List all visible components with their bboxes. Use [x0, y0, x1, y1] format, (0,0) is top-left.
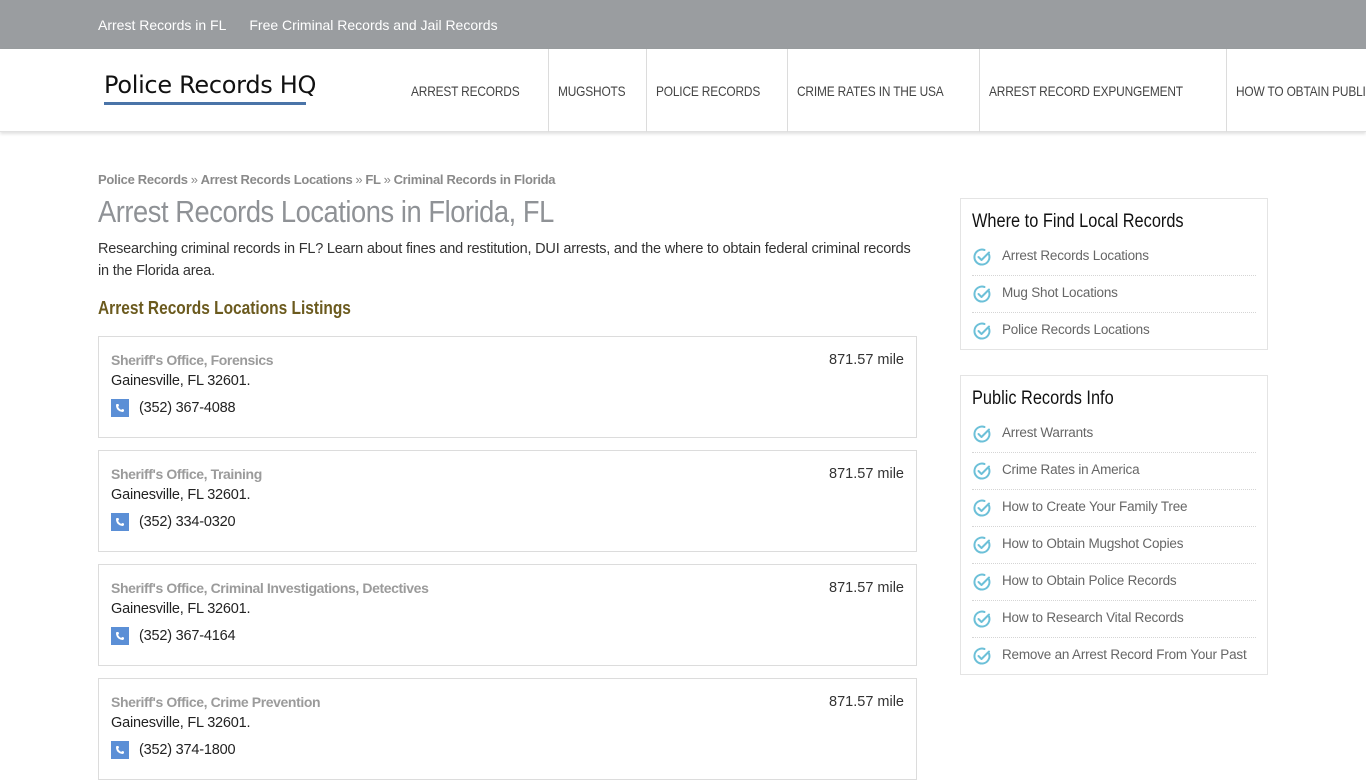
site-header: Police Records HQ ARREST RECORDS MUGSHOT… — [0, 49, 1366, 132]
widget-link[interactable]: Crime Rates in America — [1002, 461, 1140, 478]
widget-link[interactable]: How to Obtain Police Records — [1002, 572, 1177, 589]
listing-name[interactable]: Sheriff's Office, Crime Prevention — [111, 694, 321, 710]
phone-icon — [111, 399, 129, 417]
listing-card: Sheriff's Office, Forensics Gainesville,… — [98, 336, 917, 438]
listing-distance: 871.57 mile — [829, 694, 904, 710]
listing-phone[interactable]: (352) 334-0320 — [139, 514, 236, 530]
top-bar: Arrest Records in FL Free Criminal Recor… — [0, 0, 1366, 49]
widget-title: Public Records Info — [972, 388, 1114, 409]
listing-address: Gainesville, FL 32601. — [111, 715, 251, 731]
listing-address: Gainesville, FL 32601. — [111, 487, 251, 503]
breadcrumb: Police Records» Arrest Records Locations»… — [98, 172, 917, 187]
nav-police-records[interactable]: POLICE RECORDS — [647, 49, 789, 132]
widget-list-item: How to Obtain Police Records — [972, 564, 1256, 601]
widget-list-item: How to Create Your Family Tree — [972, 490, 1256, 527]
widget-list-item: Police Records Locations — [972, 313, 1256, 349]
check-circle-icon — [973, 610, 991, 628]
nav-crime-rates[interactable]: CRIME RATES IN THE USA — [788, 49, 980, 132]
nav-mugshots[interactable]: MUGSHOTS — [549, 49, 647, 132]
widget-link[interactable]: Remove an Arrest Record From Your Past — [1002, 646, 1247, 663]
listing-card: Sheriff's Office, Crime Prevention Gaine… — [98, 678, 917, 780]
widget-link[interactable]: Mug Shot Locations — [1002, 284, 1118, 301]
phone-icon — [111, 741, 129, 759]
listing-phone[interactable]: (352) 374-1800 — [139, 742, 236, 758]
widget-list-item: Remove an Arrest Record From Your Past — [972, 638, 1256, 674]
listing-name[interactable]: Sheriff's Office, Forensics — [111, 352, 274, 368]
main-nav: ARREST RECORDS MUGSHOTS POLICE RECORDS C… — [402, 49, 1366, 132]
phone-icon — [111, 627, 129, 645]
widget-list-item: Mug Shot Locations — [972, 276, 1256, 313]
listing-address: Gainesville, FL 32601. — [111, 601, 251, 617]
breadcrumb-current[interactable]: Criminal Records in Florida — [394, 172, 556, 187]
listing-card: Sheriff's Office, Criminal Investigation… — [98, 564, 917, 666]
widget-list-item: Arrest Warrants — [972, 416, 1256, 453]
widget-title: Where to Find Local Records — [972, 211, 1184, 232]
widget-public-records-info: Public Records Info Arrest Warrants Crime… — [960, 375, 1268, 675]
widget-list-item: Arrest Records Locations — [972, 239, 1256, 276]
check-circle-icon — [973, 462, 991, 480]
nav-expungement[interactable]: ARREST RECORD EXPUNGEMENT — [980, 49, 1227, 132]
listing-phone-row: (352) 367-4164 — [111, 627, 236, 645]
topbar-link-free-criminal-records[interactable]: Free Criminal Records and Jail Records — [249, 17, 497, 33]
nav-arrest-records[interactable]: ARREST RECORDS — [402, 49, 549, 132]
breadcrumb-separator: » — [190, 172, 198, 187]
listing-phone[interactable]: (352) 367-4088 — [139, 400, 236, 416]
check-circle-icon — [973, 285, 991, 303]
check-circle-icon — [973, 536, 991, 554]
site-logo[interactable]: Police Records HQ — [104, 71, 316, 99]
nav-public-records[interactable]: HOW TO OBTAIN PUBLIC RECORDS — [1227, 49, 1366, 132]
check-circle-icon — [973, 425, 991, 443]
listing-phone-row: (352) 334-0320 — [111, 513, 236, 531]
listing-phone-row: (352) 374-1800 — [111, 741, 236, 759]
widget-link[interactable]: How to Obtain Mugshot Copies — [1002, 535, 1183, 552]
breadcrumb-arrest-locations[interactable]: Arrest Records Locations — [201, 172, 353, 187]
listing-phone-row: (352) 367-4088 — [111, 399, 236, 417]
widget-list: Arrest Warrants Crime Rates in America How… — [972, 416, 1256, 674]
widget-link[interactable]: Police Records Locations — [1002, 321, 1150, 338]
listing-distance: 871.57 mile — [829, 466, 904, 482]
topbar-link-arrest-records-fl[interactable]: Arrest Records in FL — [98, 17, 226, 33]
listing-distance: 871.57 mile — [829, 580, 904, 596]
listing-phone[interactable]: (352) 367-4164 — [139, 628, 236, 644]
widget-local-records: Where to Find Local Records Arrest Recor… — [960, 198, 1268, 350]
check-circle-icon — [973, 647, 991, 665]
main-content: Police Records» Arrest Records Locations»… — [98, 172, 917, 319]
phone-icon — [111, 513, 129, 531]
widget-list-item: How to Obtain Mugshot Copies — [972, 527, 1256, 564]
check-circle-icon — [973, 322, 991, 340]
check-circle-icon — [973, 248, 991, 266]
widget-list-item: Crime Rates in America — [972, 453, 1256, 490]
listing-name[interactable]: Sheriff's Office, Criminal Investigation… — [111, 580, 429, 596]
widget-list: Arrest Records Locations Mug Shot Locatio… — [972, 239, 1256, 349]
listing-name[interactable]: Sheriff's Office, Training — [111, 466, 262, 482]
check-circle-icon — [973, 499, 991, 517]
listing-address: Gainesville, FL 32601. — [111, 373, 251, 389]
check-circle-icon — [973, 573, 991, 591]
page-title: Arrest Records Locations in Florida, FL — [98, 194, 554, 229]
widget-link[interactable]: How to Research Vital Records — [1002, 609, 1184, 626]
listing-distance: 871.57 mile — [829, 352, 904, 368]
widget-list-item: How to Research Vital Records — [972, 601, 1256, 638]
listings-title: Arrest Records Locations Listings — [98, 298, 351, 318]
breadcrumb-fl[interactable]: FL — [365, 172, 381, 187]
breadcrumb-police-records[interactable]: Police Records — [98, 172, 188, 187]
listing-card: Sheriff's Office, Training Gainesville, … — [98, 450, 917, 552]
intro-text: Researching criminal records in FL? Lear… — [98, 241, 911, 279]
logo-underline — [104, 102, 306, 105]
widget-link[interactable]: Arrest Records Locations — [1002, 247, 1149, 264]
breadcrumb-separator: » — [383, 172, 391, 187]
breadcrumb-separator: » — [355, 172, 363, 187]
widget-link[interactable]: Arrest Warrants — [1002, 424, 1093, 441]
widget-link[interactable]: How to Create Your Family Tree — [1002, 498, 1188, 515]
